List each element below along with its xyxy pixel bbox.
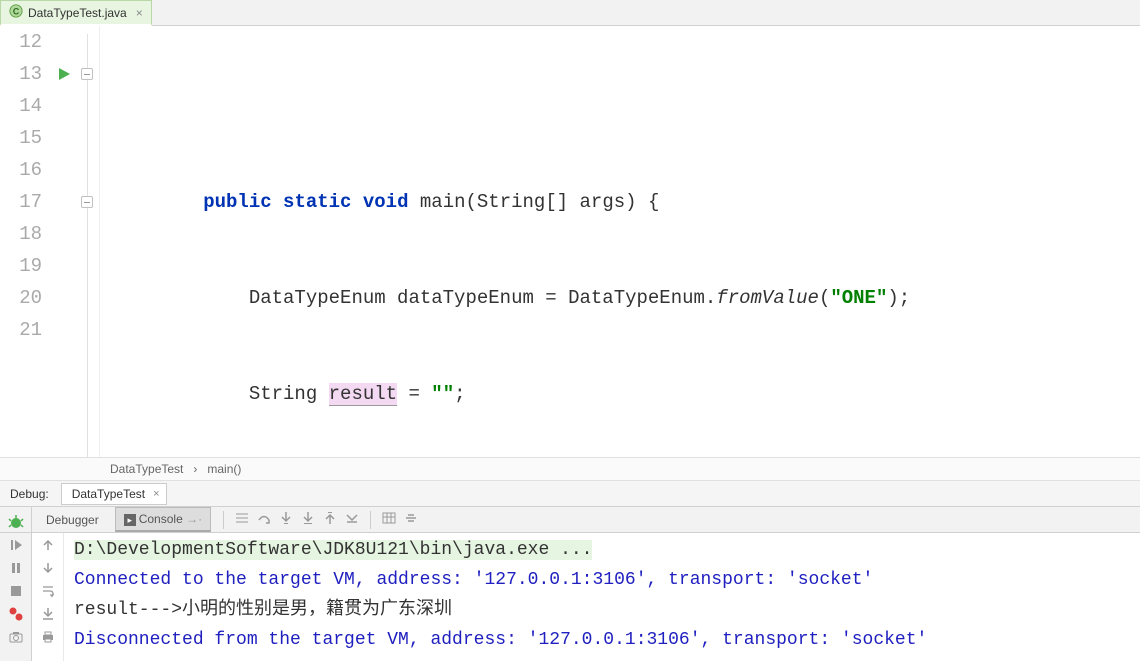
force-step-into-icon[interactable] (300, 510, 316, 529)
console-line: result--->小明的性别是男，籍贯为广东深圳 (74, 595, 1130, 625)
close-icon[interactable]: × (153, 488, 159, 500)
breadcrumb-sep: › (193, 462, 197, 476)
bug-icon[interactable] (5, 511, 27, 532)
print-icon[interactable] (40, 629, 56, 648)
debug-tool-row: Debugger ▸Console →· (0, 507, 1140, 533)
file-tabs: C DataTypeTest.java × (0, 0, 1140, 26)
up-icon[interactable] (40, 537, 56, 556)
step-out-icon[interactable] (322, 510, 338, 529)
line-number-gutter: 12131415161718192021 (0, 26, 50, 457)
drop-frame-icon[interactable] (344, 510, 360, 529)
fold-marker[interactable] (81, 196, 93, 208)
console-line: Connected to the target VM, address: '12… (74, 565, 1130, 595)
console-panel: D:\DevelopmentSoftware\JDK8U121\bin\java… (0, 533, 1140, 661)
code-body[interactable]: public static void main(String[] args) {… (100, 26, 1140, 457)
console-output[interactable]: D:\DevelopmentSoftware\JDK8U121\bin\java… (64, 533, 1140, 661)
run-gutter (50, 26, 78, 457)
console-left-tools-2 (32, 533, 64, 661)
wrap-icon[interactable] (40, 583, 56, 602)
fold-gutter (78, 26, 100, 457)
class-icon: C (9, 4, 23, 21)
code-editor[interactable]: 12131415161718192021 public static void … (0, 26, 1140, 457)
camera-icon[interactable] (8, 629, 24, 648)
stop-icon[interactable] (8, 583, 24, 602)
fold-marker[interactable] (81, 68, 93, 80)
console-cmd: D:\DevelopmentSoftware\JDK8U121\bin\java… (74, 540, 592, 560)
breadcrumb[interactable]: DataTypeTest › main() (0, 457, 1140, 481)
run-icon[interactable] (50, 58, 78, 90)
debug-toolbar (211, 510, 419, 529)
debug-side-tools (0, 507, 32, 532)
debug-label: Debug: (10, 487, 49, 501)
step-over-icon[interactable] (256, 510, 272, 529)
pause-icon[interactable] (8, 560, 24, 579)
file-tab-active[interactable]: C DataTypeTest.java × (0, 0, 152, 26)
step-into-icon[interactable] (278, 510, 294, 529)
console-left-tools (0, 533, 32, 661)
tab-console[interactable]: ▸Console →· (115, 507, 211, 532)
tab-debugger[interactable]: Debugger (38, 509, 107, 531)
breakpoints-icon[interactable] (8, 606, 24, 625)
debug-inner-tabs: Debugger ▸Console →· (32, 507, 211, 533)
breadcrumb-class[interactable]: DataTypeTest (110, 462, 183, 476)
file-tab-label: DataTypeTest.java (28, 6, 127, 20)
show-exec-icon[interactable] (234, 510, 250, 529)
settings-icon[interactable] (403, 510, 419, 529)
evaluate-icon[interactable] (381, 510, 397, 529)
debug-config[interactable]: DataTypeTest × (61, 483, 167, 505)
scroll-end-icon[interactable] (40, 606, 56, 625)
breadcrumb-method[interactable]: main() (207, 462, 241, 476)
close-icon[interactable]: × (136, 6, 143, 20)
down-icon[interactable] (40, 560, 56, 579)
debug-header: Debug: DataTypeTest × (0, 481, 1140, 507)
resume-icon[interactable] (8, 537, 24, 556)
console-line: Disconnected from the target VM, address… (74, 625, 1130, 655)
svg-text:C: C (13, 7, 20, 17)
